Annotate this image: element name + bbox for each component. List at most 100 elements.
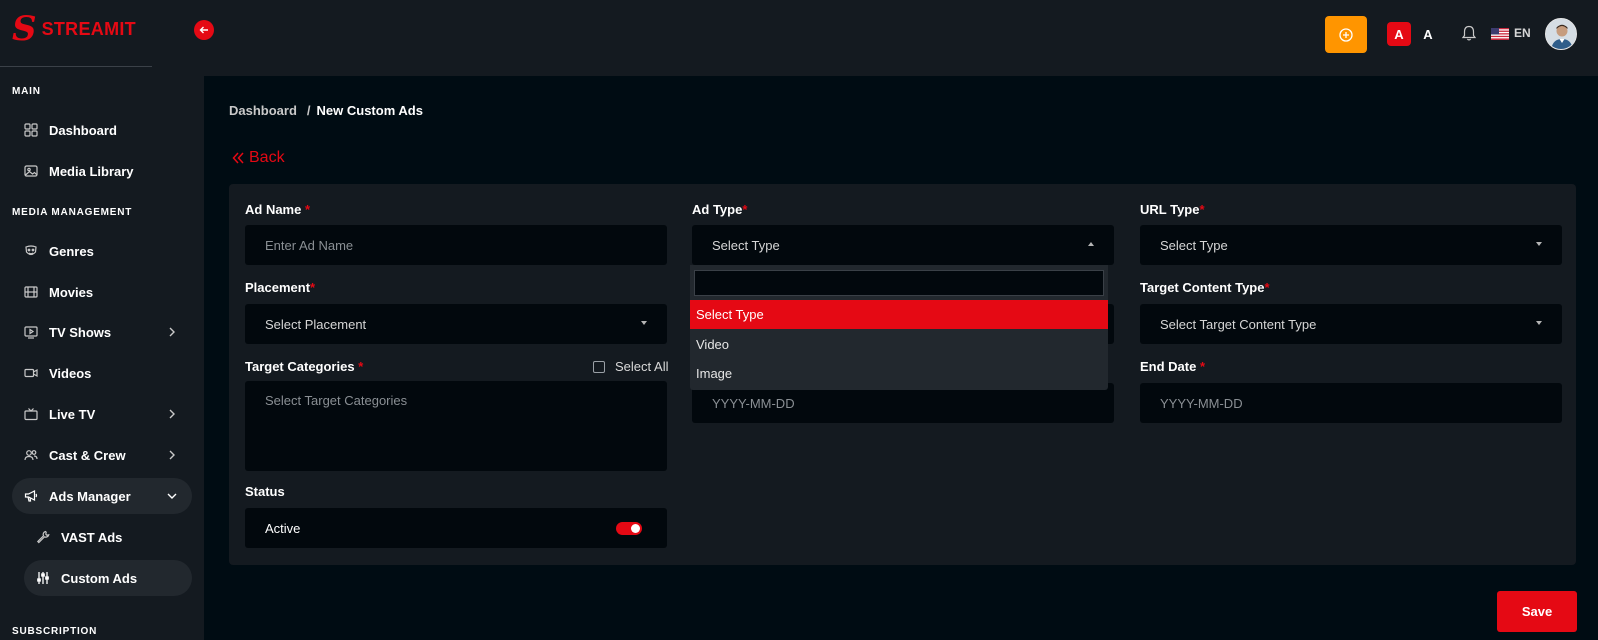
- status-toggle[interactable]: [616, 522, 642, 535]
- double-chevron-left-icon: [232, 152, 244, 164]
- end-date-label: End Date *: [1140, 359, 1205, 374]
- brand-name: STREAMIT: [41, 18, 136, 39]
- section-label-media-management: MEDIA MANAGEMENT: [12, 207, 133, 218]
- checkbox-icon: [593, 360, 605, 373]
- ad-type-dropdown: Select Type Video Image: [690, 265, 1108, 390]
- breadcrumb-current: New Custom Ads: [316, 103, 423, 118]
- tv-play-icon: [24, 325, 38, 339]
- mask-icon: [24, 244, 38, 258]
- target-content-type-label: Target Content Type*: [1140, 280, 1270, 295]
- logo-divider: [0, 66, 152, 67]
- tv-icon: [24, 407, 38, 421]
- sidebar-collapse-button[interactable]: [194, 20, 214, 40]
- required-mark: *: [1264, 280, 1270, 295]
- us-flag-icon[interactable]: [1491, 28, 1509, 40]
- sidebar-item-vast-ads[interactable]: VAST Ads: [24, 519, 192, 555]
- ad-name-input[interactable]: Enter Ad Name: [245, 225, 667, 265]
- url-type-select[interactable]: Select Type: [1140, 225, 1562, 265]
- status-field: Active: [245, 508, 667, 548]
- sidebar-item-label: Custom Ads: [61, 570, 138, 586]
- brand-mark: S: [12, 9, 37, 49]
- arrow-left-icon: [199, 26, 208, 34]
- target-content-type-label-text: Target Content Type: [1140, 280, 1265, 295]
- sidebar: S STREAMIT MAIN Dashboard Media Library …: [0, 0, 204, 640]
- required-mark: *: [1199, 202, 1205, 217]
- status-label: Status: [245, 484, 285, 499]
- ad-type-label: Ad Type*: [692, 202, 747, 217]
- sidebar-item-movies[interactable]: Movies: [12, 274, 192, 310]
- back-link[interactable]: Back: [231, 149, 285, 167]
- select-all-label: Select All: [615, 359, 669, 374]
- breadcrumb-dashboard-link[interactable]: Dashboard: [229, 103, 297, 118]
- required-mark: *: [310, 280, 316, 295]
- placement-label-text: Placement: [245, 280, 311, 295]
- grid-icon: [24, 123, 38, 137]
- target-categories-label-text: Target Categories: [245, 359, 355, 374]
- dropdown-option-video[interactable]: Video: [690, 330, 1108, 359]
- sidebar-item-label: Live TV: [49, 406, 96, 422]
- megaphone-icon: [24, 489, 38, 503]
- sidebar-item-ads-manager[interactable]: Ads Manager: [12, 478, 192, 514]
- sidebar-item-label: Videos: [49, 365, 92, 381]
- quick-add-button[interactable]: [1325, 16, 1367, 53]
- chevron-down-icon: [167, 493, 177, 499]
- placement-select[interactable]: Select Placement: [245, 304, 667, 344]
- dropdown-search-input[interactable]: [694, 270, 1104, 296]
- sidebar-item-label: Cast & Crew: [49, 447, 126, 463]
- sidebar-item-dashboard[interactable]: Dashboard: [12, 112, 192, 148]
- required-mark: *: [742, 202, 748, 217]
- target-categories-input[interactable]: Select Target Categories: [245, 381, 667, 471]
- caret-down-icon: [1536, 321, 1542, 325]
- ad-type-value: Select Type: [712, 237, 780, 253]
- breadcrumb-separator: /: [306, 103, 311, 118]
- users-icon: [24, 448, 38, 462]
- sidebar-item-label: Dashboard: [49, 122, 117, 138]
- chevron-right-icon: [169, 450, 175, 460]
- target-content-type-select[interactable]: Select Target Content Type: [1140, 304, 1562, 344]
- end-date-input[interactable]: YYYY-MM-DD: [1140, 383, 1562, 423]
- sidebar-item-label: Genres: [49, 243, 94, 259]
- bell-icon[interactable]: [1460, 24, 1478, 42]
- target-categories-label: Target Categories *: [245, 359, 363, 374]
- sidebar-item-label: Media Library: [49, 163, 134, 179]
- sliders-icon: [36, 571, 50, 585]
- required-mark: *: [1199, 359, 1206, 374]
- sidebar-item-label: Movies: [49, 284, 94, 300]
- user-avatar[interactable]: [1545, 18, 1577, 50]
- font-size-large-button[interactable]: A: [1387, 22, 1411, 46]
- sidebar-item-videos[interactable]: Videos: [12, 355, 192, 391]
- status-value: Active: [265, 520, 301, 536]
- caret-up-icon: [1088, 242, 1094, 246]
- sidebar-item-genres[interactable]: Genres: [12, 233, 192, 269]
- ad-type-select[interactable]: Select Type: [692, 225, 1114, 265]
- video-icon: [24, 366, 38, 380]
- sidebar-item-label: Ads Manager: [49, 488, 131, 504]
- sidebar-item-label: VAST Ads: [61, 529, 123, 545]
- brand-logo[interactable]: S STREAMIT: [12, 9, 136, 49]
- save-button[interactable]: Save: [1497, 591, 1577, 632]
- caret-down-icon: [641, 321, 647, 325]
- required-mark: *: [304, 202, 311, 217]
- film-icon: [24, 285, 38, 299]
- sidebar-item-media-library[interactable]: Media Library: [12, 153, 192, 189]
- sidebar-item-label: TV Shows: [49, 324, 112, 340]
- caret-down-icon: [1536, 242, 1542, 246]
- url-type-value: Select Type: [1160, 237, 1228, 253]
- sidebar-item-custom-ads[interactable]: Custom Ads: [24, 560, 192, 596]
- url-type-label: URL Type*: [1140, 202, 1205, 217]
- sidebar-item-live-tv[interactable]: Live TV: [12, 396, 192, 432]
- dropdown-option-image[interactable]: Image: [690, 359, 1108, 388]
- section-label-main: MAIN: [12, 86, 41, 97]
- select-all-checkbox[interactable]: Select All: [593, 359, 668, 374]
- target-content-type-value: Select Target Content Type: [1160, 316, 1317, 332]
- ad-name-label-text: Ad Name: [245, 202, 302, 217]
- placement-value: Select Placement: [265, 316, 367, 332]
- plus-circle-icon: [1339, 27, 1353, 42]
- required-mark: *: [358, 359, 364, 374]
- font-size-small-button[interactable]: A: [1418, 22, 1438, 46]
- wrench-icon: [36, 530, 50, 544]
- sidebar-item-tv-shows[interactable]: TV Shows: [12, 314, 192, 350]
- language-selector[interactable]: EN: [1514, 26, 1531, 40]
- sidebar-item-cast-crew[interactable]: Cast & Crew: [12, 437, 192, 473]
- dropdown-option-select-type[interactable]: Select Type: [690, 300, 1108, 329]
